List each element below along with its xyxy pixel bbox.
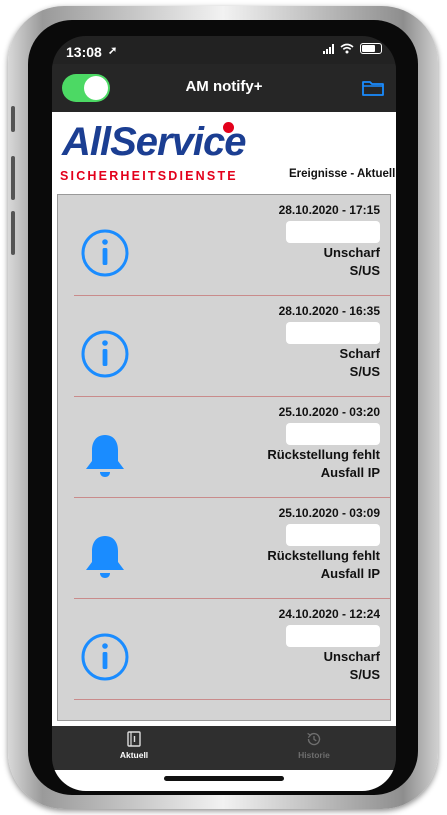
bell-icon [86, 435, 124, 477]
notebook-icon [127, 731, 141, 747]
event-timestamp: 28.10.2020 - 16:35 [278, 304, 380, 318]
status-bar: 13:08 ➚ [52, 36, 396, 64]
event-status: Rückstellung fehlt [267, 447, 380, 462]
status-time: 13:08 [66, 44, 102, 60]
event-timestamp: 25.10.2020 - 03:20 [278, 405, 380, 419]
nav-bar: AM notify+ [52, 64, 396, 112]
event-timestamp: 28.10.2020 - 17:15 [278, 203, 380, 217]
row-divider [74, 699, 390, 700]
signal-icon [323, 43, 334, 54]
history-icon [307, 732, 321, 746]
event-status: Scharf [339, 346, 380, 361]
event-object-field [286, 524, 380, 546]
brand-wordmark: AllService [62, 120, 246, 164]
event-status: Unscharf [323, 649, 380, 664]
brand-logo: AllService SICHERHEITSDIENSTE [60, 118, 280, 190]
event-object-field [286, 423, 380, 445]
event-object-field [286, 322, 380, 344]
event-row[interactable]: 25.10.2020 - 03:09 Rückstellung fehlt Au… [58, 498, 390, 599]
event-row[interactable]: 28.10.2020 - 16:35 Scharf S/US [58, 296, 390, 397]
event-row[interactable]: 25.10.2020 - 03:20 Rückstellung fehlt Au… [58, 397, 390, 498]
volume-up-button [11, 156, 15, 200]
tab-label: Historie [298, 750, 330, 760]
info-icon [81, 229, 129, 277]
brand-dot [223, 122, 234, 133]
tab-label: Aktuell [119, 750, 149, 760]
event-list[interactable]: 28.10.2020 - 17:15 Unscharf S/US 28.10.2… [57, 194, 391, 721]
volume-down-button [11, 211, 15, 255]
main-content: AllService SICHERHEITSDIENSTE Ereignisse… [52, 112, 396, 726]
wifi-icon [340, 43, 354, 54]
event-code: Ausfall IP [320, 465, 380, 480]
tab-bar: Aktuell Historie [52, 726, 396, 770]
event-timestamp: 24.10.2020 - 12:24 [278, 607, 380, 621]
event-code: S/US [349, 364, 380, 379]
event-code: Ausfall IP [320, 566, 380, 581]
info-icon [81, 633, 129, 681]
home-indicator[interactable] [164, 776, 284, 781]
event-status: Rückstellung fehlt [267, 548, 380, 563]
home-area [52, 770, 396, 791]
app-title: AM notify+ [185, 78, 263, 95]
info-icon [81, 330, 129, 378]
event-code: S/US [349, 263, 380, 278]
section-title: Ereignisse - Aktuell [289, 168, 396, 180]
mute-switch [11, 106, 15, 132]
event-row[interactable]: 28.10.2020 - 17:15 Unscharf S/US [58, 195, 390, 296]
brand-subtitle: SICHERHEITSDIENSTE [60, 169, 238, 183]
event-status: Unscharf [323, 245, 380, 260]
battery-icon [360, 43, 382, 54]
app-screen: 13:08 ➚ AM notify+ AllService SICHERHEIT… [52, 36, 396, 791]
tab-historie[interactable]: Historie [274, 730, 354, 760]
event-code: S/US [349, 667, 380, 682]
event-object-field [286, 221, 380, 243]
location-arrow-icon: ➚ [108, 45, 118, 57]
folder-icon[interactable] [362, 80, 384, 96]
event-row[interactable]: 24.10.2020 - 12:24 Unscharf S/US [58, 599, 390, 700]
tab-aktuell[interactable]: Aktuell [94, 730, 174, 760]
event-object-field [286, 625, 380, 647]
event-timestamp: 25.10.2020 - 03:09 [278, 506, 380, 520]
bell-icon [86, 536, 124, 578]
